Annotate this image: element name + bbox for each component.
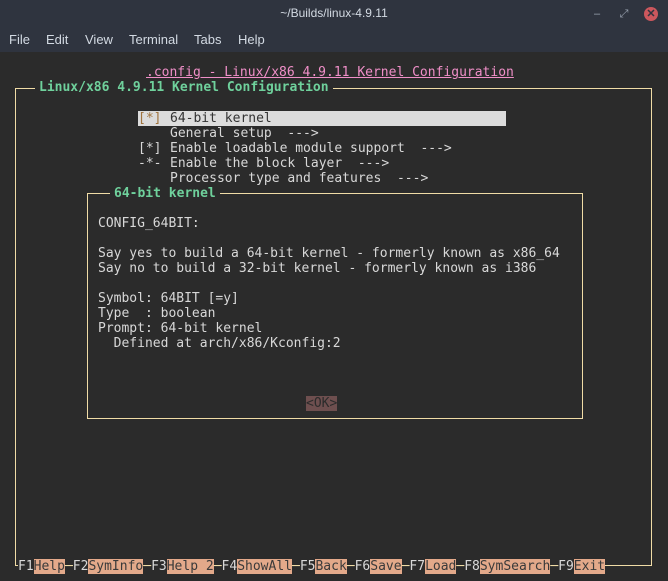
fkey-label: SymInfo [88,559,144,574]
fkey-back-button[interactable]: F5Back [300,559,347,574]
maximize-icon[interactable]: ⤢ [617,7,631,21]
menu-item-block-layer[interactable]: Enable the block layer ---> [170,156,389,171]
menu-edit[interactable]: Edit [46,32,68,47]
help-text-line: Type : boolean [98,306,216,321]
menu-item-mark: [*] [138,111,162,126]
fkey-showall-button[interactable]: F4ShowAll [222,559,292,574]
window-title: ~/Builds/linux-4.9.11 [280,6,388,20]
fkey-label: SymSearch [479,559,551,574]
fkey-load-button[interactable]: F7Load [409,559,457,574]
fkey-number: F7 [409,559,426,574]
window-titlebar: ~/Builds/linux-4.9.11 – ⤢ ✕ [0,0,668,27]
fkey-label: Help 2 [166,559,214,574]
fkey-number: F3 [151,559,167,574]
fkey-number: F2 [72,559,89,574]
menu-file[interactable]: File [9,32,30,47]
help-dialog-title: 64-bit kernel [110,186,220,201]
fkey-label: Load [425,559,457,574]
config-header-title: .config - Linux/x86 4.9.11 Kernel Config… [146,65,514,80]
border-segment: ─ [143,559,152,574]
menu-terminal[interactable]: Terminal [129,32,178,47]
minimize-icon[interactable]: – [590,7,604,21]
fkey-save-button[interactable]: F6Save [355,559,402,574]
fkey-label: Save [370,559,402,574]
fkey-label: Back [315,559,347,574]
fkey-syminfo-button[interactable]: F2SymInfo [72,559,144,574]
fkey-label: Help [33,559,65,574]
menu-item-64bit-kernel[interactable]: 64-bit kernel [170,111,272,126]
fkey-number: F9 [558,559,574,574]
menu-item-general-setup[interactable]: General setup ---> [170,126,319,141]
fkey-exit-button[interactable]: F9Exit [558,559,606,574]
border-segment: ─ [291,559,300,574]
fkey-number: F4 [221,559,238,574]
function-key-bar: F1Help─F2SymInfo─F3Help 2─F4ShowAll─F5Ba… [18,559,606,574]
fkey-symsearch-button[interactable]: F8SymSearch [464,559,551,574]
fkey-label: Exit [573,559,606,574]
border-segment: ─ [64,559,73,574]
help-text-line: Say no to build a 32-bit kernel - former… [98,261,537,276]
menu-item-loadable-modules[interactable]: Enable loadable module support ---> [170,141,452,156]
menu-view[interactable]: View [85,32,113,47]
help-text-line: Symbol: 64BIT [=y] [98,291,239,306]
fkey-number: F5 [299,559,316,574]
fkey-help-2-button[interactable]: F3Help 2 [151,559,214,574]
menu-bar: File Edit View Terminal Tabs Help [0,27,668,52]
fkey-number: F6 [354,559,371,574]
fkey-label: ShowAll [237,559,292,574]
help-text-line: CONFIG_64BIT: [98,216,200,231]
border-segment: ─ [213,559,222,574]
border-segment: ─ [346,559,355,574]
fkey-number: F8 [464,559,480,574]
menu-help[interactable]: Help [238,32,265,47]
menu-tabs[interactable]: Tabs [194,32,221,47]
menu-item-mark: -*- [138,156,162,171]
main-menu-title: Linux/x86 4.9.11 Kernel Configuration [35,80,333,95]
menu-item-processor[interactable]: Processor type and features ---> [170,171,428,186]
help-text-line: Prompt: 64-bit kernel [98,321,263,336]
menu-item-mark: [*] [138,141,162,156]
ok-button[interactable]: <OK> [306,396,338,411]
help-text-line: Defined at arch/x86/Kconfig:2 [98,336,341,351]
border-segment: ─ [550,559,559,574]
close-icon[interactable]: ✕ [644,7,658,21]
fkey-number: F1 [18,559,34,574]
fkey-help-button[interactable]: F1Help [18,559,65,574]
help-text-line: Say yes to build a 64-bit kernel - forme… [98,246,560,261]
